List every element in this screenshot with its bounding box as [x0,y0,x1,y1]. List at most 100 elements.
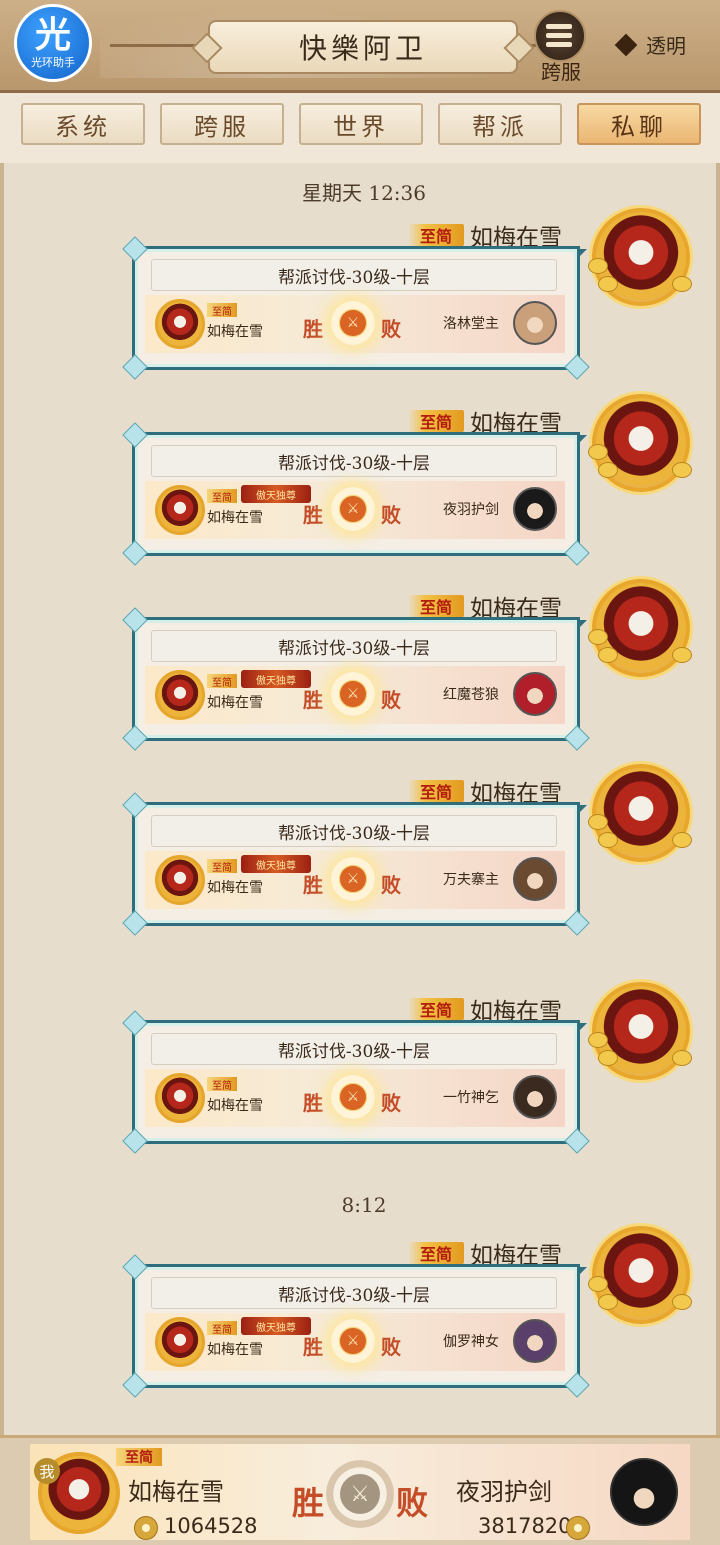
gold-ingot-icon [672,462,692,478]
vip-badge: 至简 [408,224,464,246]
card-flag [577,805,587,815]
battle-summary-bar[interactable]: 我 至简 如梅在雪 1064528 胜 ⚔ 败 夜羽护剑 3817820 [0,1435,720,1545]
battle-result-row: 至简 如梅在雪 胜 ⚔ 败 洛林堂主 [145,295,565,353]
opponent-avatar [513,1075,557,1119]
vip-badge: 至简 [408,1242,464,1264]
helper-logo[interactable]: 光 光环助手 [14,4,92,82]
sender-avatar[interactable] [588,394,692,492]
win-label: 胜 [303,1335,323,1359]
opponent-avatar [513,857,557,901]
tab-system[interactable]: 系统 [21,103,145,145]
player-avatar [155,1317,205,1367]
opponent-name: 一竹神乞 [443,1090,499,1106]
card-corner-ornament [122,1254,148,1280]
chat-message[interactable]: 至简 如梅在雪 帮派讨伐-30级-十层 至简 如梅在雪 胜 ⚔ 败 洛林堂主 [0,208,720,398]
sender-avatar[interactable] [588,208,692,306]
vip-badge: 至简 [207,489,237,504]
win-label: 胜 [292,1484,325,1522]
opponent-name: 万夫寨主 [443,872,499,888]
player-avatar [155,855,205,905]
vs-emblem: ⚔ [331,857,375,901]
battle-result-row: 至简 傲天独尊 如梅在雪 胜 ⚔ 败 伽罗神女 [145,1313,565,1371]
honor-title-badge: 傲天独尊 [241,670,311,688]
battle-report-card[interactable]: 帮派讨伐-30级-十层 至简 傲天独尊 如梅在雪 胜 ⚔ 败 夜羽护剑 [122,422,590,566]
vip-badge: 至简 [207,303,237,318]
tab-world[interactable]: 世界 [299,103,423,145]
vs-emblem: ⚔ [331,1075,375,1119]
battle-title: 帮派讨伐-30级-十层 [151,630,557,662]
chat-message[interactable]: 至简 如梅在雪 帮派讨伐-30级-十层 至简 傲天独尊 如梅在雪 胜 ⚔ 败 红… [0,579,720,769]
win-label: 胜 [303,688,323,712]
chat-message[interactable]: 至简 如梅在雪 帮派讨伐-30级-十层 至简 如梅在雪 胜 ⚔ 败 一竹神乞 [0,982,720,1172]
battle-report-card[interactable]: 帮派讨伐-30级-十层 至简 傲天独尊 如梅在雪 胜 ⚔ 败 伽罗神女 [122,1254,590,1398]
battle-title: 帮派讨伐-30级-十层 [151,815,557,847]
sender-avatar[interactable] [588,1226,692,1324]
menu-bars-icon [546,24,572,51]
top-bar: 光 光环助手 快樂阿卫 跨服 透明 [0,0,720,93]
honor-title-badge: 傲天独尊 [241,485,311,503]
vs-emblem[interactable]: ⚔ [326,1460,394,1528]
card-flag [577,435,587,445]
card-corner-ornament [564,540,590,566]
opponent-avatar [513,1319,557,1363]
card-corner-ornament [122,1372,148,1398]
opponent-name: 夜羽护剑 [443,502,499,518]
crossed-swords-icon: ⚔ [340,1084,366,1110]
battle-report-card[interactable]: 帮派讨伐-30级-十层 至简 傲天独尊 如梅在雪 胜 ⚔ 败 万夫寨主 [122,792,590,936]
player-name: 如梅在雪 [207,695,263,711]
battle-result-row: 至简 傲天独尊 如梅在雪 胜 ⚔ 败 红魔苍狼 [145,666,565,724]
battle-result-row: 至简 傲天独尊 如梅在雪 胜 ⚔ 败 万夫寨主 [145,851,565,909]
player-name: 如梅在雪 [207,1098,263,1114]
lose-label: 败 [381,1335,401,1359]
opponent-score: 3817820 [478,1514,572,1538]
battle-result-row: 至简 傲天独尊 如梅在雪 胜 ⚔ 败 夜羽护剑 [145,481,565,539]
opponent-avatar[interactable] [610,1458,678,1526]
crossed-swords-icon: ⚔ [340,866,366,892]
card-corner-ornament [122,354,148,380]
vs-emblem: ⚔ [331,672,375,716]
vs-emblem: ⚔ [331,1319,375,1363]
tab-guild[interactable]: 帮派 [438,103,562,145]
chat-message[interactable]: 至简 如梅在雪 帮派讨伐-30级-十层 至简 傲天独尊 如梅在雪 胜 ⚔ 败 伽… [0,1226,720,1416]
player-avatar [155,485,205,535]
gold-ingot-icon [598,276,618,292]
vip-badge: 至简 [207,1077,237,1092]
gold-ingot-icon [588,814,608,830]
battle-report-card[interactable]: 帮派讨伐-30级-十层 至简 傲天独尊 如梅在雪 胜 ⚔ 败 红魔苍狼 [122,607,590,751]
lose-label: 败 [381,1091,401,1115]
card-corner-ornament [122,540,148,566]
sender-avatar[interactable] [588,579,692,677]
win-label: 胜 [303,1091,323,1115]
gold-ingot-icon [588,258,608,274]
chat-message[interactable]: 至简 如梅在雪 帮派讨伐-30级-十层 至简 傲天独尊 如梅在雪 胜 ⚔ 败 万… [0,764,720,954]
player-name: 如梅在雪 [207,510,263,526]
lose-label: 败 [381,873,401,897]
player-score: 1064528 [164,1514,258,1538]
battle-title: 帮派讨伐-30级-十层 [151,259,557,291]
sender-avatar[interactable] [588,982,692,1080]
gold-ingot-icon [598,462,618,478]
logo-text: 光环助手 [31,56,75,69]
vs-emblem: ⚔ [331,487,375,531]
gold-ingot-icon [598,832,618,848]
battle-report-card[interactable]: 帮派讨伐-30级-十层 至简 如梅在雪 胜 ⚔ 败 一竹神乞 [122,1010,590,1154]
player-avatar [155,670,205,720]
gold-ingot-icon [598,1050,618,1066]
win-label: 胜 [303,317,323,341]
chat-message[interactable]: 至简 如梅在雪 帮派讨伐-30级-十层 至简 傲天独尊 如梅在雪 胜 ⚔ 败 夜… [0,394,720,584]
gold-ingot-icon [588,444,608,460]
battle-report-card[interactable]: 帮派讨伐-30级-十层 至简 如梅在雪 胜 ⚔ 败 洛林堂主 [122,236,590,380]
gold-ingot-icon [588,629,608,645]
honor-title-badge: 傲天独尊 [241,1317,311,1335]
transparent-toggle[interactable]: 透明 [614,30,686,59]
player-name: 如梅在雪 [128,1478,224,1506]
sender-avatar[interactable] [588,764,692,862]
player-name: 如梅在雪 [207,1342,263,1358]
vip-badge: 至简 [116,1448,162,1466]
cross-server-button[interactable]: 跨服 [532,10,590,84]
battle-title: 帮派讨伐-30级-十层 [151,1033,557,1065]
lose-label: 败 [381,317,401,341]
tab-private-chat[interactable]: 私聊 [577,103,701,145]
tab-cross-server[interactable]: 跨服 [160,103,284,145]
vip-badge: 至简 [408,410,464,432]
